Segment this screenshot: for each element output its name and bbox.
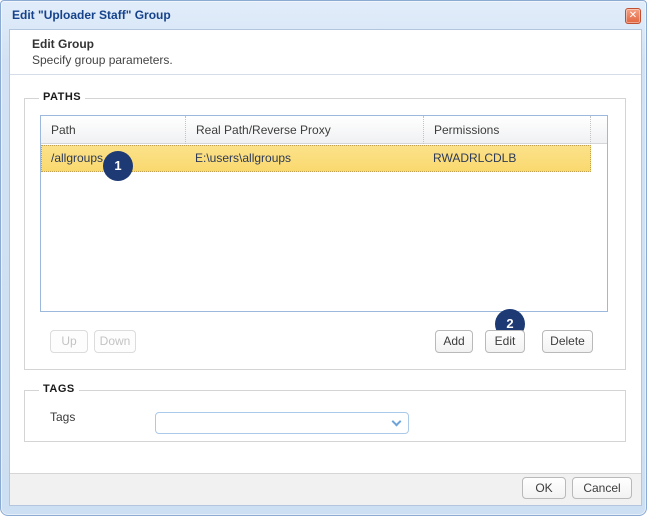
header-divider <box>10 74 641 75</box>
ok-button[interactable]: OK <box>522 477 566 499</box>
annotation-step-1-badge: 1 <box>103 151 133 181</box>
down-button[interactable]: Down <box>94 330 136 353</box>
section-title: Edit Group <box>32 37 94 51</box>
edit-group-dialog: Edit "Uploader Staff" Group ✕ Edit Group… <box>0 0 647 516</box>
chevron-down-icon <box>391 416 402 427</box>
cell-permissions: RWADRLCDLB <box>433 151 517 165</box>
tags-combobox[interactable] <box>155 412 409 434</box>
tags-legend: TAGS <box>39 383 79 395</box>
cell-real-path: E:\users\allgroups <box>195 151 292 165</box>
cancel-button[interactable]: Cancel <box>572 477 632 499</box>
column-header-real-path[interactable]: Real Path/Reverse Proxy <box>186 116 424 144</box>
tags-combobox-value <box>162 413 382 433</box>
section-subtitle: Specify group parameters. <box>32 53 173 67</box>
tags-combobox-trigger[interactable] <box>386 413 408 433</box>
edit-button[interactable]: Edit <box>485 330 525 353</box>
up-button[interactable]: Up <box>50 330 88 353</box>
paths-table: Path Real Path/Reverse Proxy Permissions… <box>40 115 608 312</box>
close-icon[interactable]: ✕ <box>625 8 641 24</box>
add-button[interactable]: Add <box>435 330 473 353</box>
column-header-path[interactable]: Path <box>41 116 186 144</box>
paths-table-header: Path Real Path/Reverse Proxy Permissions <box>41 116 607 144</box>
column-header-permissions[interactable]: Permissions <box>424 116 591 144</box>
tags-field-label: Tags <box>50 410 76 424</box>
dialog-title: Edit "Uploader Staff" Group <box>12 8 171 22</box>
delete-button[interactable]: Delete <box>542 330 593 353</box>
scrollbar-spacer <box>591 116 607 144</box>
dialog-body: Edit Group Specify group parameters. PAT… <box>9 29 642 506</box>
paths-legend: PATHS <box>39 91 86 103</box>
